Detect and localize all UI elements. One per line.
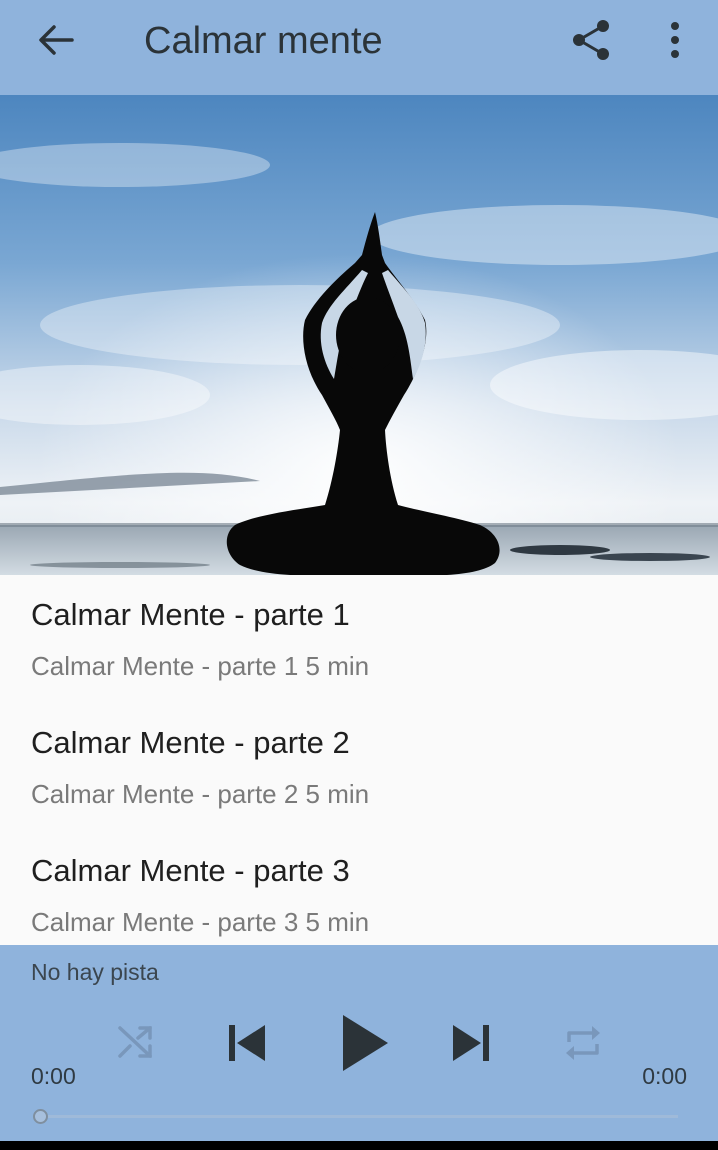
elapsed-time: 0:00 (31, 1063, 76, 1089)
track-title: Calmar Mente - parte 1 (31, 597, 350, 632)
track-title: Calmar Mente - parte 2 (31, 725, 350, 760)
seek-bar[interactable] (40, 1115, 678, 1118)
play-icon (343, 1015, 388, 1071)
arrow-back-icon (39, 25, 74, 55)
more-options-button[interactable] (654, 15, 696, 65)
track-subtitle: Calmar Mente - parte 3 5 min (31, 907, 370, 937)
skip-next-icon (453, 1025, 489, 1061)
repeat-button[interactable] (560, 1020, 606, 1071)
meditation-silhouette-image (0, 95, 718, 575)
list-item[interactable]: Calmar Mente - parte 2 Calmar Mente - pa… (0, 703, 718, 831)
now-playing-label: No hay pista (31, 959, 159, 985)
list-item[interactable]: Calmar Mente - parte 3 Calmar Mente - pa… (0, 831, 718, 959)
previous-button[interactable] (224, 1020, 270, 1071)
list-item[interactable]: Calmar Mente - parte 1 Calmar Mente - pa… (0, 575, 718, 703)
seek-thumb[interactable] (33, 1109, 48, 1124)
cover-image (0, 95, 718, 575)
repeat-icon (566, 1026, 600, 1060)
total-duration: 0:00 (642, 1063, 687, 1089)
more-vert-icon (671, 22, 679, 58)
app-bar: Calmar mente (0, 0, 718, 95)
share-button[interactable] (566, 15, 616, 65)
page-title: Calmar mente (144, 20, 383, 62)
play-button[interactable] (336, 1013, 392, 1078)
shuffle-button[interactable] (113, 1020, 157, 1069)
track-subtitle: Calmar Mente - parte 2 5 min (31, 779, 370, 809)
back-button[interactable] (30, 18, 80, 62)
share-icon (573, 20, 609, 60)
skip-previous-icon (229, 1025, 265, 1061)
shuffle-icon (118, 1026, 152, 1058)
track-list: Calmar Mente - parte 1 Calmar Mente - pa… (0, 575, 718, 945)
next-button[interactable] (448, 1020, 494, 1071)
system-nav-bar (0, 1141, 718, 1150)
track-subtitle: Calmar Mente - parte 1 5 min (31, 651, 370, 681)
track-title: Calmar Mente - parte 3 (31, 853, 350, 888)
player-bar: No hay pista 0:00 0:00 (0, 945, 718, 1141)
